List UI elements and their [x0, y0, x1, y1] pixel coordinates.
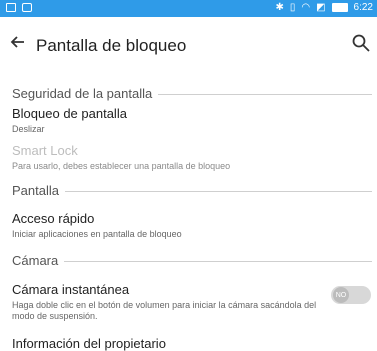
bluetooth-icon: ✱ — [275, 2, 284, 13]
lock-screen-item[interactable]: Bloqueo de pantalla Deslizar — [12, 106, 372, 135]
quick-access-title: Acceso rápido — [12, 211, 95, 226]
smart-lock-title: Smart Lock — [12, 143, 78, 158]
search-icon[interactable] — [351, 33, 371, 53]
owner-info-title: Información del propietario — [12, 336, 166, 351]
smart-lock-subtitle: Para usarlo, debes establecer una pantal… — [12, 161, 231, 171]
image-notification-icon — [22, 3, 32, 12]
vibrate-icon: ▯ — [289, 2, 296, 13]
section-camera: Cámara — [12, 253, 372, 268]
instant-camera-toggle[interactable]: NO — [331, 286, 371, 304]
lock-screen-subtitle: Deslizar — [12, 124, 45, 134]
owner-info-item[interactable]: Información del propietario — [12, 336, 372, 351]
section-label: Seguridad de la pantalla — [12, 86, 153, 101]
instant-camera-title: Cámara instantánea — [12, 282, 130, 297]
quick-access-subtitle: Iniciar aplicaciones en pantalla de bloq… — [12, 229, 182, 239]
quick-access-item[interactable]: Acceso rápido Iniciar aplicaciones en pa… — [12, 211, 372, 240]
signal-icon: ◩ — [316, 2, 326, 13]
page-title: Pantalla de bloqueo — [36, 36, 187, 55]
section-screen-security: Seguridad de la pantalla — [12, 86, 372, 101]
status-bar: ✱ ▯ ◠ ◩ 6:22 — [0, 0, 377, 17]
section-label: Cámara — [12, 253, 59, 268]
lock-screen-title: Bloqueo de pantalla — [12, 106, 127, 121]
smart-lock-item: Smart Lock Para usarlo, debes establecer… — [12, 143, 372, 172]
back-arrow-icon[interactable] — [8, 32, 28, 52]
instant-camera-item[interactable]: Cámara instantánea Haga doble clic en el… — [12, 282, 322, 322]
instant-camera-subtitle: Haga doble clic en el botón de volumen p… — [12, 300, 317, 321]
toggle-knob: NO — [333, 287, 349, 303]
notification-icon — [6, 3, 16, 12]
wifi-icon: ◠ — [301, 2, 311, 13]
battery-icon — [331, 3, 348, 12]
section-display: Pantalla — [12, 183, 372, 198]
section-label: Pantalla — [12, 183, 59, 198]
status-time: 6:22 — [353, 2, 373, 13]
